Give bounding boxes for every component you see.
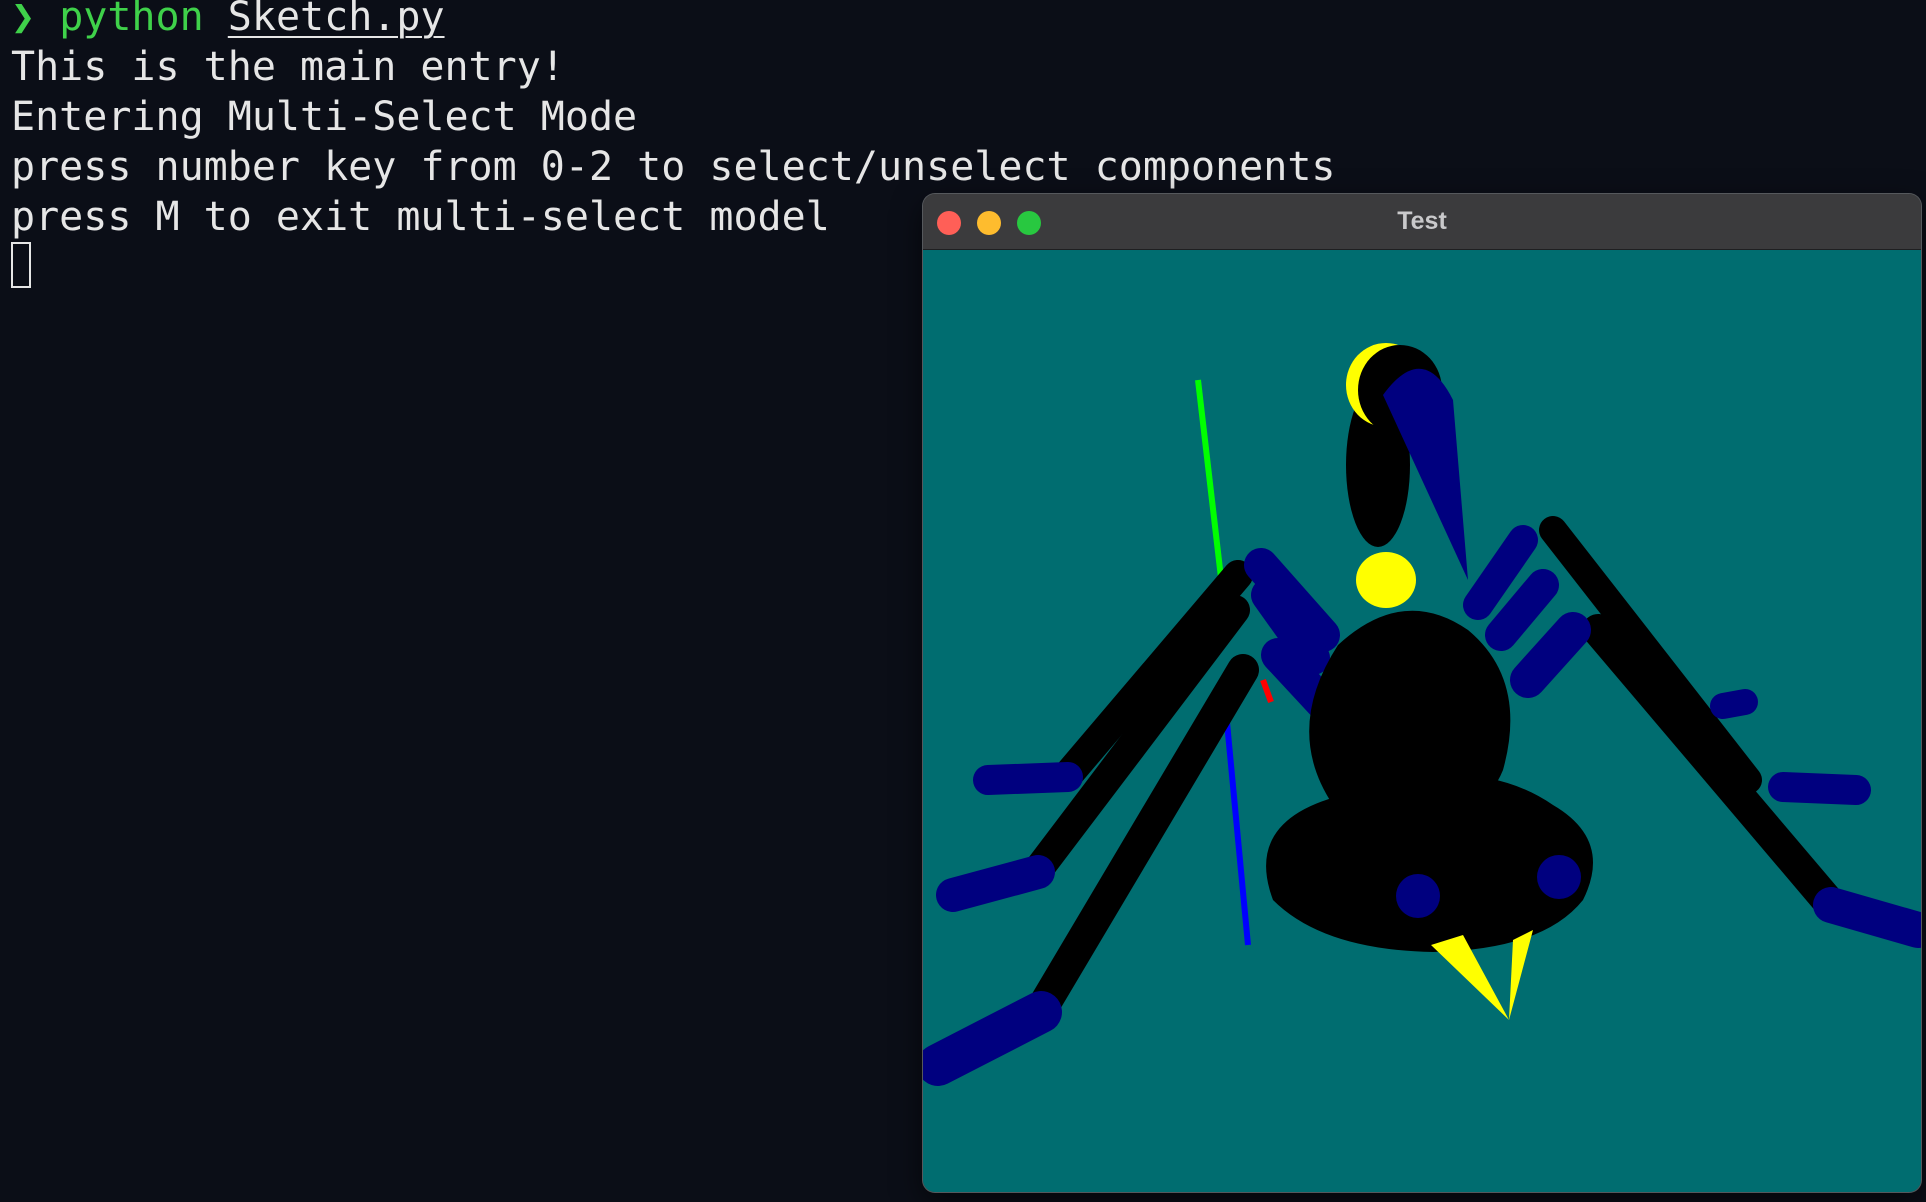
eye	[1537, 855, 1581, 899]
joint-segment	[1485, 569, 1559, 651]
tail-joint	[1356, 552, 1416, 608]
terminal-cursor	[11, 242, 31, 288]
leg-segment	[923, 991, 1062, 1086]
prompt-argument: Sketch.py	[227, 0, 445, 40]
eye	[1396, 874, 1440, 918]
prompt-command: python	[59, 0, 204, 40]
leg-segment	[1539, 516, 1762, 794]
output-line: press number key from 0-2 to select/unse…	[11, 144, 1336, 190]
window-titlebar[interactable]: Test	[923, 194, 1921, 250]
left-legs	[923, 560, 1259, 1086]
axis-x-line	[1260, 678, 1274, 704]
window-title: Test	[1397, 207, 1447, 235]
output-line: Entering Multi-Select Mode	[11, 94, 638, 140]
scene-svg	[923, 343, 1921, 1086]
prompt-symbol: ❯	[11, 0, 36, 40]
leg-segment	[973, 762, 1083, 795]
output-line: press M to exit multi-select model	[11, 194, 830, 240]
leg-segment	[1582, 614, 1849, 923]
render-canvas[interactable]	[923, 250, 1921, 1192]
joint-segment	[1510, 612, 1591, 698]
leg-segment	[1710, 689, 1758, 719]
output-line: This is the main entry!	[11, 44, 565, 90]
prompt-line: ❯ python Sketch.py	[11, 0, 445, 42]
leg-segment	[936, 855, 1055, 912]
axis-y-line	[1195, 379, 1226, 596]
leg-segment	[1813, 887, 1921, 948]
right-legs	[1539, 516, 1921, 948]
fang	[1509, 930, 1533, 1020]
test-window[interactable]: Test	[923, 194, 1921, 1192]
leg-segment	[1768, 772, 1871, 805]
